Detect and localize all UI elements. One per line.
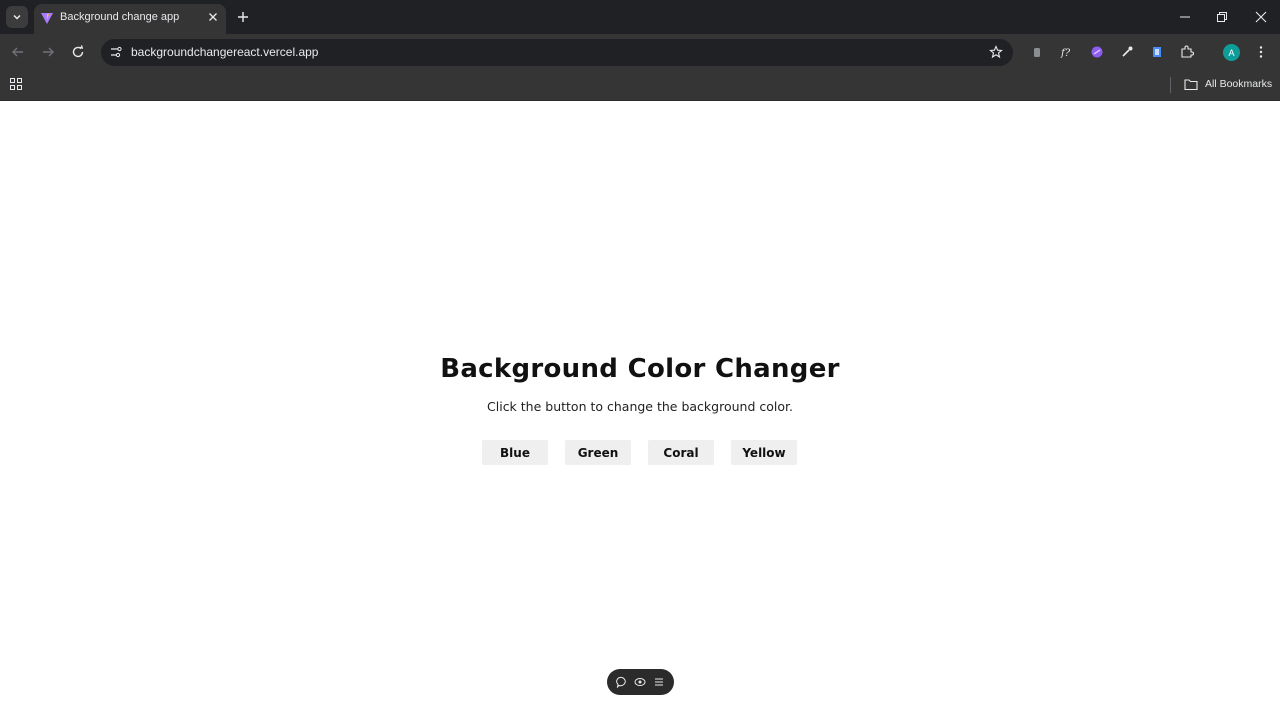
apps-grid-icon[interactable] bbox=[9, 77, 23, 91]
new-tab-icon[interactable] bbox=[236, 10, 250, 24]
tab-title: Background change app bbox=[60, 11, 180, 23]
minimize-icon[interactable] bbox=[1178, 10, 1192, 24]
eye-icon[interactable] bbox=[634, 676, 646, 688]
folder-icon bbox=[1184, 79, 1198, 91]
site-info-icon[interactable] bbox=[109, 45, 123, 59]
comment-icon[interactable] bbox=[616, 676, 628, 688]
function-icon[interactable]: f? bbox=[1060, 45, 1074, 59]
browser-toolbar: backgroundchangereact.vercel.app f? bbox=[0, 34, 1280, 70]
document-icon[interactable] bbox=[1150, 45, 1164, 59]
page-content: Background Color Changer Click the butto… bbox=[0, 101, 1280, 720]
restore-icon[interactable] bbox=[1215, 10, 1229, 24]
window-close-icon[interactable] bbox=[1254, 10, 1268, 24]
extension-purple-icon[interactable] bbox=[1090, 45, 1104, 59]
page-title: Background Color Changer bbox=[440, 354, 840, 384]
close-icon[interactable] bbox=[207, 11, 219, 23]
bookmarks-separator bbox=[1170, 77, 1171, 93]
profile-avatar[interactable]: A bbox=[1223, 44, 1240, 61]
active-tab[interactable]: Background change app bbox=[34, 4, 226, 34]
bookmarks-bar: All Bookmarks bbox=[0, 70, 1280, 101]
floating-toolbar bbox=[607, 669, 674, 695]
bookmark-star-icon[interactable] bbox=[989, 45, 1003, 59]
extensions-puzzle-icon[interactable] bbox=[1180, 45, 1194, 59]
coral-button[interactable]: Coral bbox=[648, 440, 714, 465]
tab-strip: Background change app bbox=[0, 0, 1280, 34]
extension-1-icon[interactable] bbox=[1030, 45, 1044, 59]
all-bookmarks-link[interactable]: All Bookmarks bbox=[1205, 78, 1272, 90]
address-bar[interactable]: backgroundchangereact.vercel.app bbox=[101, 39, 1013, 66]
page-subtitle: Click the button to change the backgroun… bbox=[487, 399, 793, 414]
chevron-down-icon bbox=[13, 14, 21, 20]
color-button-group: Blue Green Coral Yellow bbox=[482, 440, 797, 465]
url-text[interactable]: backgroundchangereact.vercel.app bbox=[131, 45, 318, 59]
blue-button[interactable]: Blue bbox=[482, 440, 548, 465]
green-button[interactable]: Green bbox=[565, 440, 631, 465]
eyedropper-icon[interactable] bbox=[1120, 45, 1134, 59]
kebab-menu-icon[interactable] bbox=[1254, 45, 1268, 59]
forward-icon[interactable] bbox=[40, 44, 56, 60]
tab-search-button[interactable] bbox=[6, 6, 28, 28]
back-icon[interactable] bbox=[10, 44, 26, 60]
yellow-button[interactable]: Yellow bbox=[731, 440, 797, 465]
reload-icon[interactable] bbox=[70, 44, 86, 60]
menu-icon[interactable] bbox=[653, 676, 665, 688]
vite-logo-icon bbox=[41, 13, 53, 24]
svg-text:f?: f? bbox=[1060, 48, 1071, 59]
